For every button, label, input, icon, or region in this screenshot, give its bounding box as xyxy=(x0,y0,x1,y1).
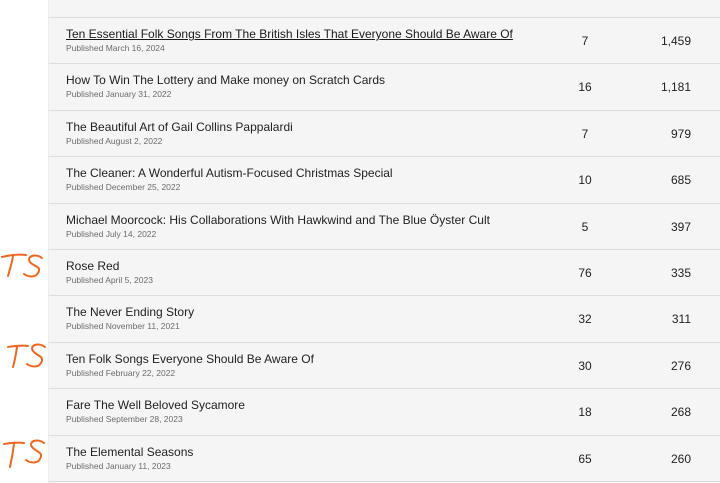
ts-annotation-mark-elemental-seasons xyxy=(3,439,45,468)
table-row: Ten Essential Folk Songs From The Britis… xyxy=(49,18,720,65)
post-title-link[interactable]: The Elemental Seasons xyxy=(66,445,193,459)
post-views: 335 xyxy=(670,265,691,280)
post-count: 5 xyxy=(581,219,589,234)
post-count: 76 xyxy=(578,265,592,280)
post-title-link[interactable]: How To Win The Lottery and Make money on… xyxy=(66,73,385,87)
post-count: 7 xyxy=(581,34,589,48)
post-views: 1,459 xyxy=(660,34,691,48)
post-date: Published December 25, 2022 xyxy=(66,182,181,193)
post-count: 30 xyxy=(578,358,592,373)
post-title-link[interactable]: Michael Moorcock: His Collaborations Wit… xyxy=(66,213,490,227)
post-title-link[interactable]: Rose Red xyxy=(66,259,119,273)
post-views: 311 xyxy=(671,312,691,327)
post-date: Published January 11, 2023 xyxy=(66,460,171,471)
left-gutter xyxy=(0,0,48,483)
table-row: Rose Red Published April 5, 2023 76 335 xyxy=(49,250,720,297)
post-title-link[interactable]: Ten Folk Songs Everyone Should Be Aware … xyxy=(66,352,314,366)
post-views: 260 xyxy=(670,451,691,466)
table-row: The Beautiful Art of Gail Collins Pappal… xyxy=(49,111,720,158)
post-count: 16 xyxy=(578,80,592,95)
posts-stats-panel: Ten Essential Folk Songs From The Britis… xyxy=(48,0,720,483)
post-date: Published November 11, 2021 xyxy=(66,321,180,332)
post-title-link[interactable]: The Never Ending Story xyxy=(66,305,194,319)
post-date: Published March 16, 2024 xyxy=(66,43,165,53)
post-views: 1,181 xyxy=(660,80,691,95)
post-title-link[interactable]: The Cleaner: A Wonderful Autism-Focused … xyxy=(66,166,393,180)
post-count: 65 xyxy=(578,451,592,466)
post-views: 685 xyxy=(670,173,691,188)
posts-table: Ten Essential Folk Songs From The Britis… xyxy=(49,18,720,482)
post-date: Published April 5, 2023 xyxy=(66,274,153,285)
post-title-link[interactable]: Ten Essential Folk Songs From The Britis… xyxy=(66,27,513,41)
post-date: Published August 2, 2022 xyxy=(66,135,163,146)
post-count: 32 xyxy=(578,312,592,327)
table-row: The Cleaner: A Wonderful Autism-Focused … xyxy=(49,157,720,204)
post-title-link[interactable]: The Beautiful Art of Gail Collins Pappal… xyxy=(66,120,293,134)
post-views: 979 xyxy=(670,126,691,141)
post-views: 268 xyxy=(670,405,691,420)
post-date: Published July 14, 2022 xyxy=(66,228,157,239)
post-date: Published January 31, 2022 xyxy=(66,89,172,100)
post-date: Published September 28, 2023 xyxy=(66,414,183,425)
table-row: The Elemental Seasons Published January … xyxy=(49,436,720,482)
ts-annotation-mark-ten-folk-songs xyxy=(7,343,46,368)
post-views: 397 xyxy=(670,219,691,234)
post-views: 276 xyxy=(670,358,691,373)
post-count: 10 xyxy=(578,173,592,188)
post-count: 18 xyxy=(578,405,592,420)
post-count: 7 xyxy=(581,126,589,141)
post-title-link[interactable]: Fare The Well Beloved Sycamore xyxy=(66,398,245,412)
post-date: Published February 22, 2022 xyxy=(66,367,176,378)
table-row: The Never Ending Story Published Novembe… xyxy=(49,296,720,343)
table-row: Fare The Well Beloved Sycamore Published… xyxy=(49,389,720,436)
table-row: Ten Folk Songs Everyone Should Be Aware … xyxy=(49,343,720,390)
table-row: Michael Moorcock: His Collaborations Wit… xyxy=(49,204,720,250)
ts-annotation-mark-rose-red xyxy=(1,253,43,278)
table-row: How To Win The Lottery and Make money on… xyxy=(49,64,720,111)
